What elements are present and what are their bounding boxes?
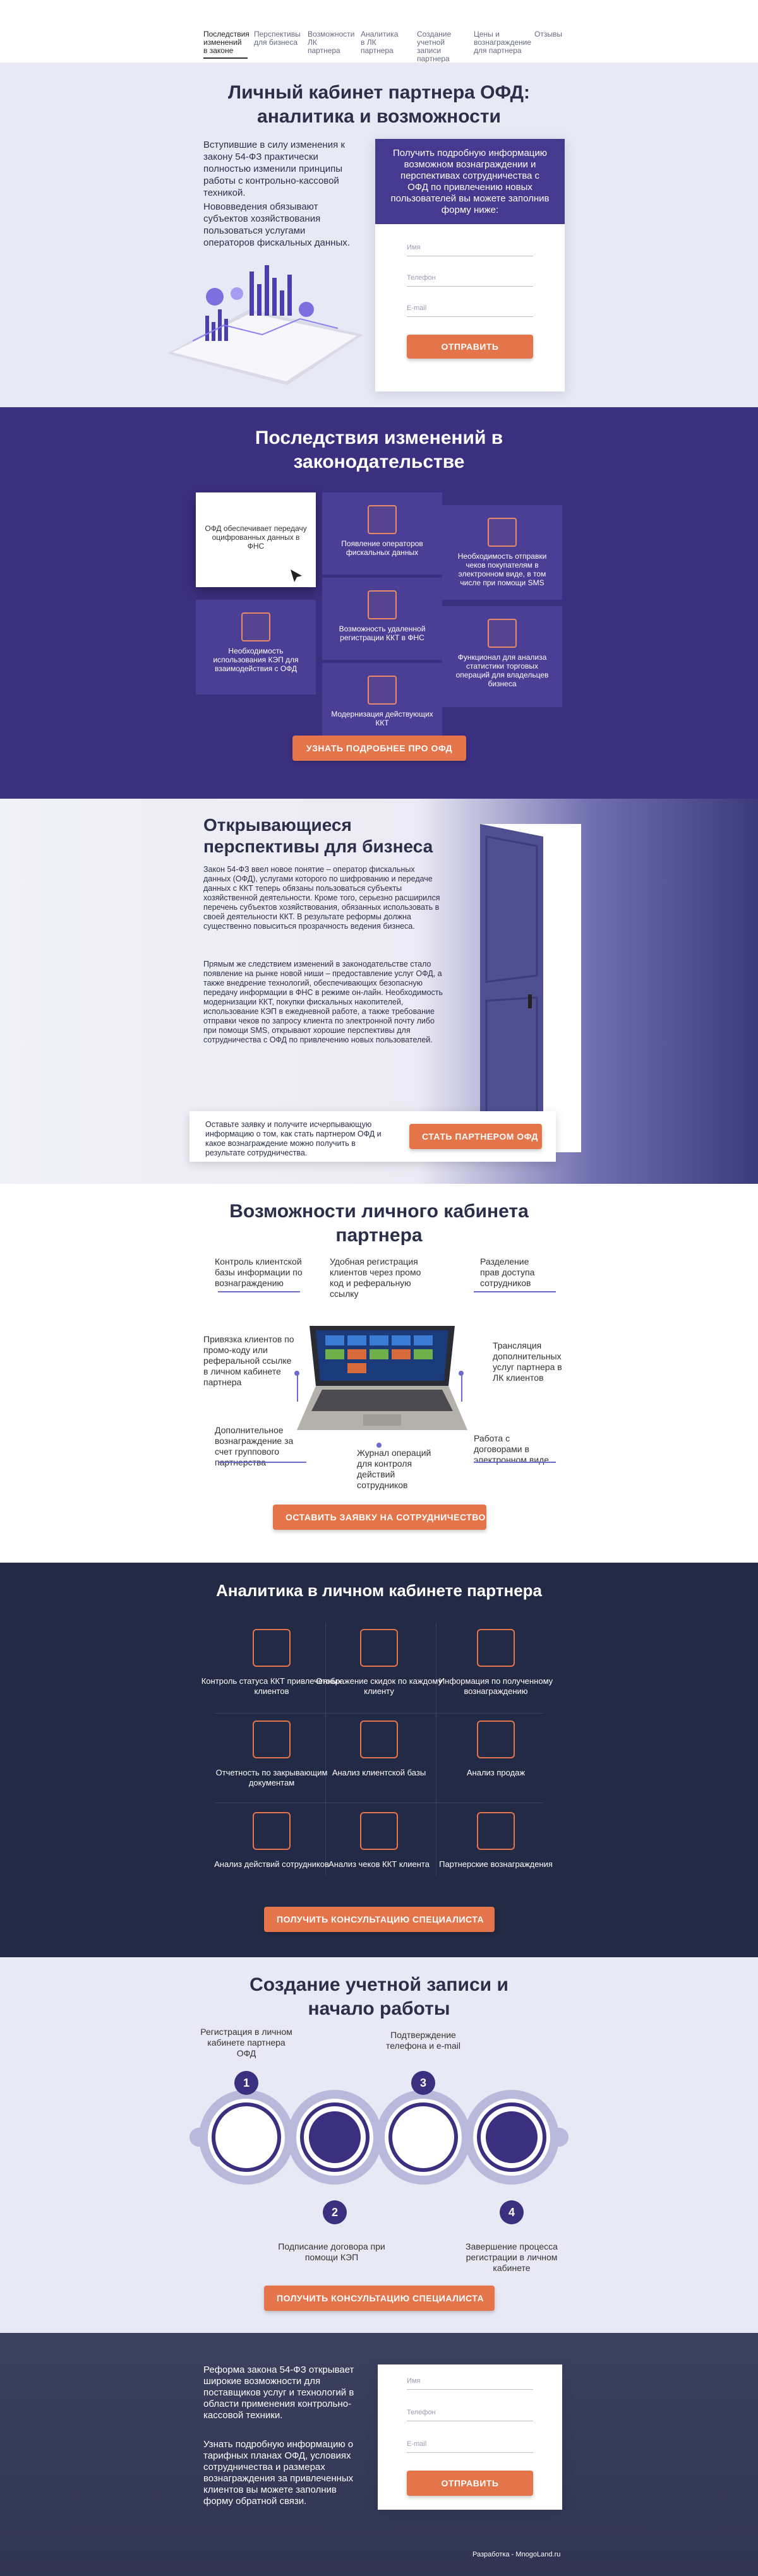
nav-item-features[interactable]: Возможности ЛК партнера xyxy=(308,30,354,55)
phone-input[interactable]: Телефон xyxy=(407,270,533,287)
perspectives-paragraph-1: Закон 54-ФЗ ввел новое понятие – операто… xyxy=(203,865,440,931)
connector-dot xyxy=(376,1443,382,1448)
phone-check-icon xyxy=(488,518,517,547)
feature-operations-log: Журнал операций для контроля действий со… xyxy=(357,1448,431,1490)
feature-access-rights: Разделение прав доступа сотрудников xyxy=(480,1256,535,1288)
become-partner-button[interactable]: СТАТЬ ПАРТНЕРОМ ОФД xyxy=(409,1124,542,1149)
footer-paragraph-1: Реформа закона 54-ФЗ открывает широкие в… xyxy=(203,2364,354,2421)
hero-section: Личный кабинет партнера ОФД: аналитика и… xyxy=(0,63,758,407)
nav-item-prices[interactable]: Цены и вознаграждение для партнера xyxy=(474,30,531,55)
cash-register-icon xyxy=(368,676,397,705)
footer-email-input[interactable]: E-mail xyxy=(407,2436,533,2453)
step-4-label: Завершение процесса регистрации в личном… xyxy=(466,2241,558,2273)
nav-item-perspectives[interactable]: Перспективы для бизнеса xyxy=(254,30,301,47)
top-navigation: Последствия изменений в законе Перспекти… xyxy=(0,0,758,63)
name-input[interactable]: Имя xyxy=(407,240,533,256)
cooperation-request-button[interactable]: ОСТАВИТЬ ЗАЯВКУ НА СОТРУДНИЧЕСТВО xyxy=(273,1505,486,1530)
nav-item-account-creation[interactable]: Создание учетной записи партнера xyxy=(417,30,462,63)
steps-consultation-button[interactable]: ПОЛУЧИТЬ КОНСУЛЬТАЦИЮ СПЕЦИАЛИСТА xyxy=(264,2286,495,2311)
nav-item-reviews[interactable]: Отзывы xyxy=(534,30,566,39)
submit-button[interactable]: ОТПРАВИТЬ xyxy=(407,335,533,359)
presentation-icon xyxy=(477,1720,515,1758)
diagram-icon xyxy=(360,1629,398,1667)
signature-icon xyxy=(241,612,270,641)
hero-paragraph-1: Вступившие в силу изменения к закону 54-… xyxy=(203,140,345,198)
become-partner-text: Оставьте заявку и получите исчерпывающую… xyxy=(205,1120,382,1157)
analytics-section: Аналитика в личном кабинете партнера Кон… xyxy=(0,1563,758,1957)
tile-statistics: Функционал для анализа статистики торгов… xyxy=(442,606,562,707)
tile-operators: Появление операторов фискальных данных xyxy=(322,492,442,575)
feature-client-binding: Привязка клиентов по промо-коду или рефе… xyxy=(203,1334,294,1387)
email-input[interactable]: E-mail xyxy=(407,301,533,317)
contract-icon xyxy=(304,2106,366,2168)
nav-item-analytics[interactable]: Аналитика в ЛК партнера xyxy=(361,30,404,55)
step-1-number: 1 xyxy=(234,2071,258,2095)
connector-line xyxy=(218,1462,306,1463)
tile-remote-registration: Возможность удаленной регистрации ККТ в … xyxy=(322,578,442,660)
employee-icon xyxy=(253,1812,291,1850)
features-title: Возможности личного кабинета партнера xyxy=(229,1201,529,1246)
feature-extra-services: Трансляция дополнительных услуг партнера… xyxy=(493,1340,562,1383)
footer-submit-button[interactable]: ОТПРАВИТЬ xyxy=(407,2471,533,2496)
consultation-button[interactable]: ПОЛУЧИТЬ КОНСУЛЬТАЦИЮ СПЕЦИАЛИСТА xyxy=(264,1907,495,1932)
cursor-icon xyxy=(291,569,302,582)
step-4-number: 4 xyxy=(500,2200,524,2224)
certificate-icon xyxy=(477,1812,515,1850)
envelope-icon xyxy=(392,2106,454,2168)
laptop-illustration xyxy=(297,1326,467,1430)
form-header-text: Получить подробную информацию возможном … xyxy=(375,139,565,224)
account-creation-title: Создание учетной записи и начало работы xyxy=(250,1974,508,2019)
step-3-label: Подтверждение телефона и e-mail xyxy=(385,2030,461,2051)
operators-icon xyxy=(368,505,397,534)
footer-contact-section: Реформа закона 54-ФЗ открывает широкие в… xyxy=(0,2333,758,2576)
perspectives-section: Открывающиеся перспективы для бизнеса За… xyxy=(0,799,758,1184)
feature-client-base: Контроль клиентской базы информации по в… xyxy=(215,1256,303,1288)
perspectives-title: Открывающиеся перспективы для бизнеса xyxy=(203,815,433,856)
footer-contact-form: Имя Телефон E-mail ОТПРАВИТЬ xyxy=(378,2364,562,2510)
connector-line xyxy=(474,1462,556,1463)
consequences-section: Последствия изменений в законодательстве… xyxy=(0,407,758,799)
hero-contact-form: Получить подробную информацию возможном … xyxy=(375,139,565,391)
user-account-icon xyxy=(481,2106,543,2168)
tile-sms-checks: Необходимость отправки чеков покупателям… xyxy=(442,505,562,600)
folder-icon xyxy=(360,1720,398,1758)
nav-item-consequences[interactable]: Последствия изменений в законе xyxy=(203,30,250,59)
tile-kep-usage: Необходимость использования КЭП для взаи… xyxy=(196,600,316,695)
receipt-icon xyxy=(360,1812,398,1850)
features-section: Возможности личного кабинета партнера Ко… xyxy=(0,1184,758,1563)
gear-icon xyxy=(368,590,397,619)
become-partner-card: Оставьте заявку и получите исчерпывающую… xyxy=(190,1111,556,1162)
step-2-number: 2 xyxy=(323,2200,347,2224)
learn-more-ofd-button[interactable]: УЗНАТЬ ПОДРОБНЕЕ ПРО ОФД xyxy=(292,736,466,761)
chart-icon xyxy=(488,619,517,648)
analytics-sales: Анализ продаж xyxy=(414,1714,578,1809)
footer-paragraph-2: Узнать подробную информацию о тарифных п… xyxy=(203,2439,354,2507)
feature-promo-registration: Удобная регистрация клиентов через промо… xyxy=(330,1256,421,1299)
hero-paragraph-2: Нововведения обязывают субъектов хозяйст… xyxy=(203,201,350,248)
footer-phone-input[interactable]: Телефон xyxy=(407,2405,533,2421)
server-icon xyxy=(477,1629,515,1667)
analytics-partner-rewards: Партнерские вознаграждения xyxy=(414,1806,578,1900)
feature-e-contracts: Работа с договорами в электронном виде xyxy=(474,1433,550,1465)
footer-name-input[interactable]: Имя xyxy=(407,2373,533,2390)
analytics-tablet-illustration xyxy=(167,265,363,385)
perspectives-paragraph-2: Прямым же следствием изменений в законод… xyxy=(203,960,443,1044)
connector-line xyxy=(474,1291,556,1292)
step-3-number: 3 xyxy=(411,2071,435,2095)
connector-line xyxy=(218,1291,300,1292)
consequences-title: Последствия изменений в законодательстве xyxy=(255,427,503,472)
analytics-reward-info: Информация по полученному вознаграждению xyxy=(414,1623,578,1717)
step-2-label: Подписание договора при помощи КЭП xyxy=(278,2241,385,2262)
id-card-icon xyxy=(215,2106,277,2168)
developer-credit[interactable]: Разработка - MnogoLand.ru xyxy=(472,2551,560,2558)
page-title: Личный кабинет партнера ОФД: аналитика и… xyxy=(228,82,530,127)
tile-data-transfer[interactable]: ОФД обеспечивает передачу оцифрованных д… xyxy=(196,492,316,587)
cash-register-icon xyxy=(253,1629,291,1667)
step-1-label: Регистрация в личном кабинете партнера О… xyxy=(200,2027,292,2058)
analytics-title: Аналитика в личном кабинете партнера xyxy=(215,1581,543,1600)
account-creation-section: Создание учетной записи и начало работы … xyxy=(0,1957,758,2333)
document-icon xyxy=(253,1720,291,1758)
